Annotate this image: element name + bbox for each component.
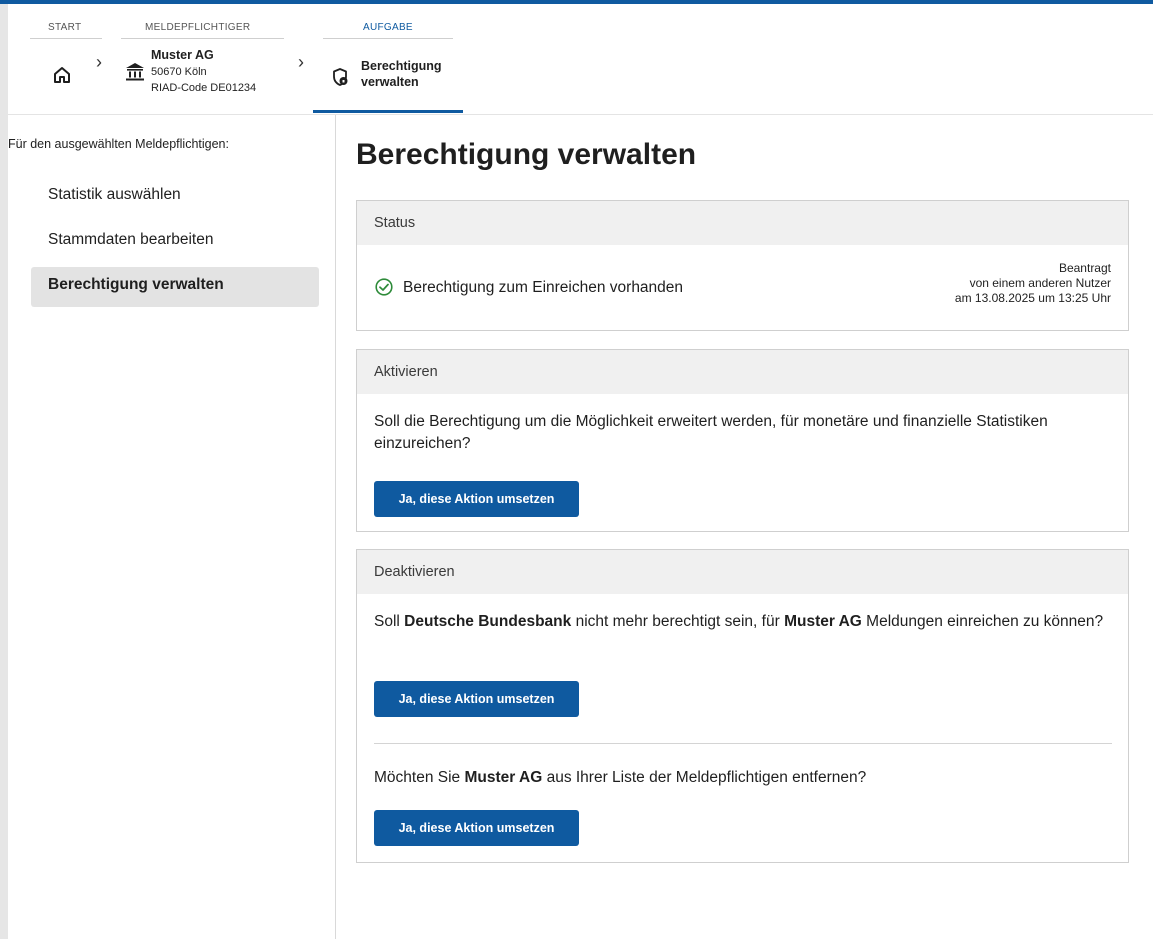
chevron-right-icon: › (96, 52, 102, 72)
deactivate-question: Soll Deutsche Bundesbank nicht mehr bere… (357, 594, 1128, 633)
home-icon[interactable] (52, 65, 72, 85)
entity-riad-code: RIAD-Code DE01234 (151, 82, 257, 94)
deactivate-question-text: nicht mehr berechtigt sein, für (571, 613, 785, 630)
activate-card-body: Soll die Berechtigung um die Möglichkeit… (357, 394, 1128, 531)
authority-name: Deutsche Bundesbank (404, 613, 572, 630)
status-meta: Beantragt von einem anderen Nutzer am 13… (955, 261, 1111, 306)
top-accent-bar (0, 0, 1153, 4)
shield-lock-icon (333, 68, 348, 86)
entity-name-bold: Muster AG (784, 613, 862, 630)
sidebar: Für den ausgewählten Meldepflichtigen: S… (8, 115, 336, 939)
chevron-right-icon: › (298, 52, 304, 72)
status-card-header: Status (357, 201, 1128, 245)
deactivate-card: Deaktivieren Soll Deutsche Bundesbank ni… (356, 549, 1129, 863)
breadcrumb-rule (121, 38, 284, 39)
active-crumb-indicator (313, 110, 463, 113)
section-divider (374, 743, 1112, 744)
sidebar-title: Für den ausgewählten Meldepflichtigen: (8, 137, 229, 151)
breadcrumb-start-label: START (48, 22, 82, 33)
entity-name[interactable]: Muster AG (151, 48, 214, 62)
sidebar-item-berechtigung[interactable]: Berechtigung verwalten (31, 267, 319, 307)
bank-icon (126, 63, 144, 81)
deactivate-confirm-button[interactable]: Ja, diese Aktion umsetzen (374, 681, 579, 717)
breadcrumb-task-name: Berechtigung verwalten (361, 59, 442, 89)
breadcrumb-rule (323, 38, 453, 39)
activate-card: Aktivieren Soll die Berechtigung um die … (356, 349, 1129, 532)
sidebar-item-statistik[interactable]: Statistik auswählen (31, 177, 319, 217)
deactivate-question-text: Meldungen einreichen zu können? (861, 613, 1104, 630)
remove-question-text: aus Ihrer Liste der Meldepflichtigen ent… (542, 769, 867, 786)
page-title: Berechtigung verwalten (356, 138, 697, 171)
remove-question-text: Möchten Sie (374, 769, 465, 786)
activate-card-header: Aktivieren (357, 350, 1128, 394)
breadcrumb: START MELDEPFLICHTIGER AUFGABE › Muster … (30, 8, 1145, 115)
entity-city: 50670 Köln (151, 66, 207, 78)
breadcrumb-task-label: AUFGABE (363, 22, 413, 33)
sidebar-item-stammdaten[interactable]: Stammdaten bearbeiten (31, 222, 319, 262)
status-meta-by: von einem anderen Nutzer (969, 276, 1111, 290)
left-edge (0, 4, 8, 939)
status-meta-date: am 13.08.2025 um 13:25 Uhr (954, 291, 1111, 305)
status-row: Berechtigung zum Einreichen vorhanden Be… (357, 245, 1128, 330)
entity-name-bold: Muster AG (464, 769, 543, 786)
status-card: Status Berechtigung zum Einreichen vorha… (356, 200, 1129, 331)
status-text: Berechtigung zum Einreichen vorhanden (403, 279, 684, 296)
deactivate-card-header: Deaktivieren (357, 550, 1128, 594)
check-circle-icon (375, 278, 393, 296)
breadcrumb-rule (30, 38, 102, 39)
deactivate-card-body: Soll Deutsche Bundesbank nicht mehr bere… (357, 594, 1128, 862)
remove-question: Möchten Sie Muster AG aus Ihrer Liste de… (357, 767, 883, 789)
status-meta-requested: Beantragt (1058, 261, 1111, 275)
remove-confirm-button[interactable]: Ja, diese Aktion umsetzen (374, 810, 579, 846)
activate-question: Soll die Berechtigung um die Möglichkeit… (374, 413, 1048, 452)
breadcrumb-entity-label: MELDEPFLICHTIGER (145, 22, 251, 33)
activate-confirm-button[interactable]: Ja, diese Aktion umsetzen (374, 481, 579, 517)
deactivate-question-text: Soll (374, 613, 405, 630)
